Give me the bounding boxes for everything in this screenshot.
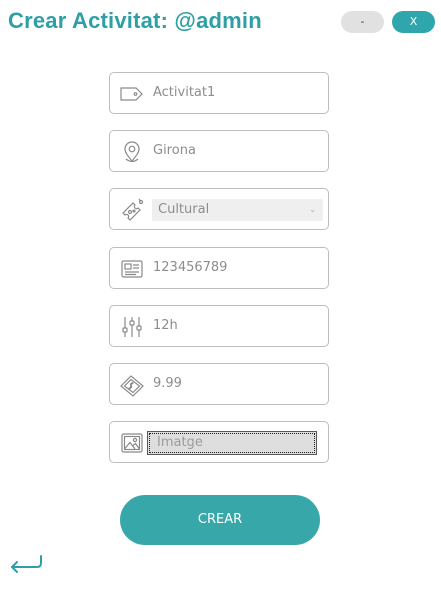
close-button[interactable]: X <box>392 11 435 33</box>
money-bill-icon <box>119 372 145 398</box>
image-upload-button[interactable]: Imatge <box>147 431 317 455</box>
map-pin-icon <box>119 139 145 165</box>
image-icon <box>119 430 145 456</box>
back-arrow-icon[interactable] <box>8 553 44 575</box>
page-title: Crear Activitat: @admin <box>8 8 262 33</box>
category-selected-value: Cultural <box>158 202 210 217</box>
duration-field[interactable]: 12h <box>109 305 329 347</box>
chevron-down-icon: ⌄ <box>309 205 316 214</box>
minimize-button[interactable]: - <box>341 11 384 33</box>
phone-input[interactable]: 123456789 <box>153 248 227 288</box>
sliders-icon <box>119 314 145 340</box>
phone-field[interactable]: 123456789 <box>109 247 329 289</box>
image-field[interactable]: Imatge <box>109 421 329 463</box>
create-button[interactable]: CREAR <box>120 495 320 545</box>
id-card-icon <box>119 256 145 282</box>
ticket-icon <box>119 197 145 223</box>
location-field[interactable]: Girona <box>109 130 329 172</box>
name-input[interactable]: Activitat1 <box>153 73 215 113</box>
location-input[interactable]: Girona <box>153 131 196 171</box>
price-field[interactable]: 9.99 <box>109 363 329 405</box>
category-field[interactable]: Cultural ⌄ <box>109 188 329 230</box>
category-select[interactable]: Cultural ⌄ <box>152 199 323 221</box>
price-input[interactable]: 9.99 <box>153 364 182 404</box>
tag-icon <box>119 81 145 107</box>
name-field[interactable]: Activitat1 <box>109 72 329 114</box>
image-upload-label: Imatge <box>157 435 203 450</box>
duration-input[interactable]: 12h <box>153 306 178 346</box>
